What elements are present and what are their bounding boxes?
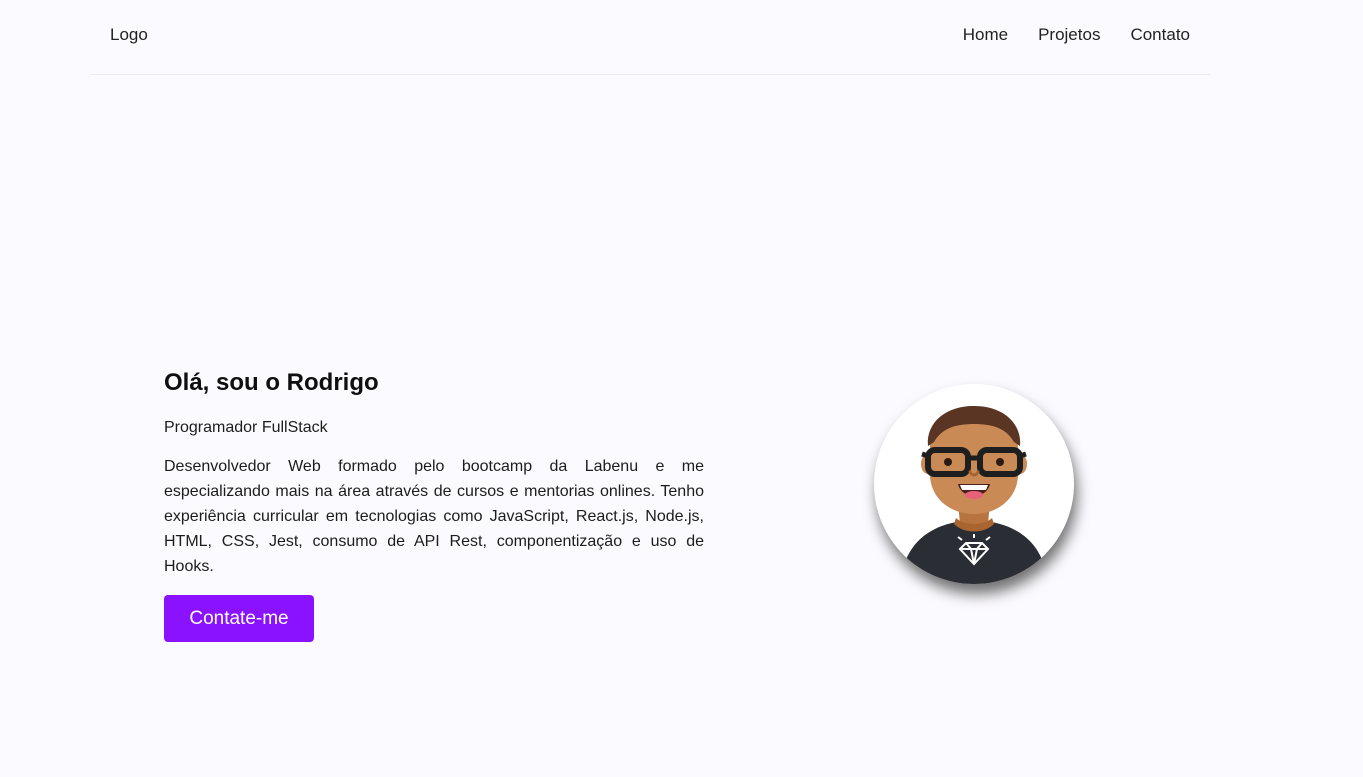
nav-home[interactable]: Home (963, 25, 1008, 45)
nav-projetos[interactable]: Projetos (1038, 25, 1100, 45)
nav-contato[interactable]: Contato (1130, 25, 1190, 45)
logo[interactable]: Logo (110, 25, 148, 45)
intro-title: Olá, sou o Rodrigo (164, 369, 379, 396)
intro-role: Programador FullStack (164, 419, 328, 436)
intro-section: Olá, sou o Rodrigo Programador FullStack… (164, 366, 704, 579)
avatar (874, 384, 1074, 584)
site-header: Logo Home Projetos Contato (90, 0, 1210, 75)
intro-bio: Desenvolvedor Web formado pelo bootcamp … (164, 458, 704, 575)
contact-button[interactable]: Contate-me (164, 595, 314, 642)
avatar-icon (900, 406, 1048, 584)
main-nav: Home Projetos Contato (963, 25, 1190, 45)
